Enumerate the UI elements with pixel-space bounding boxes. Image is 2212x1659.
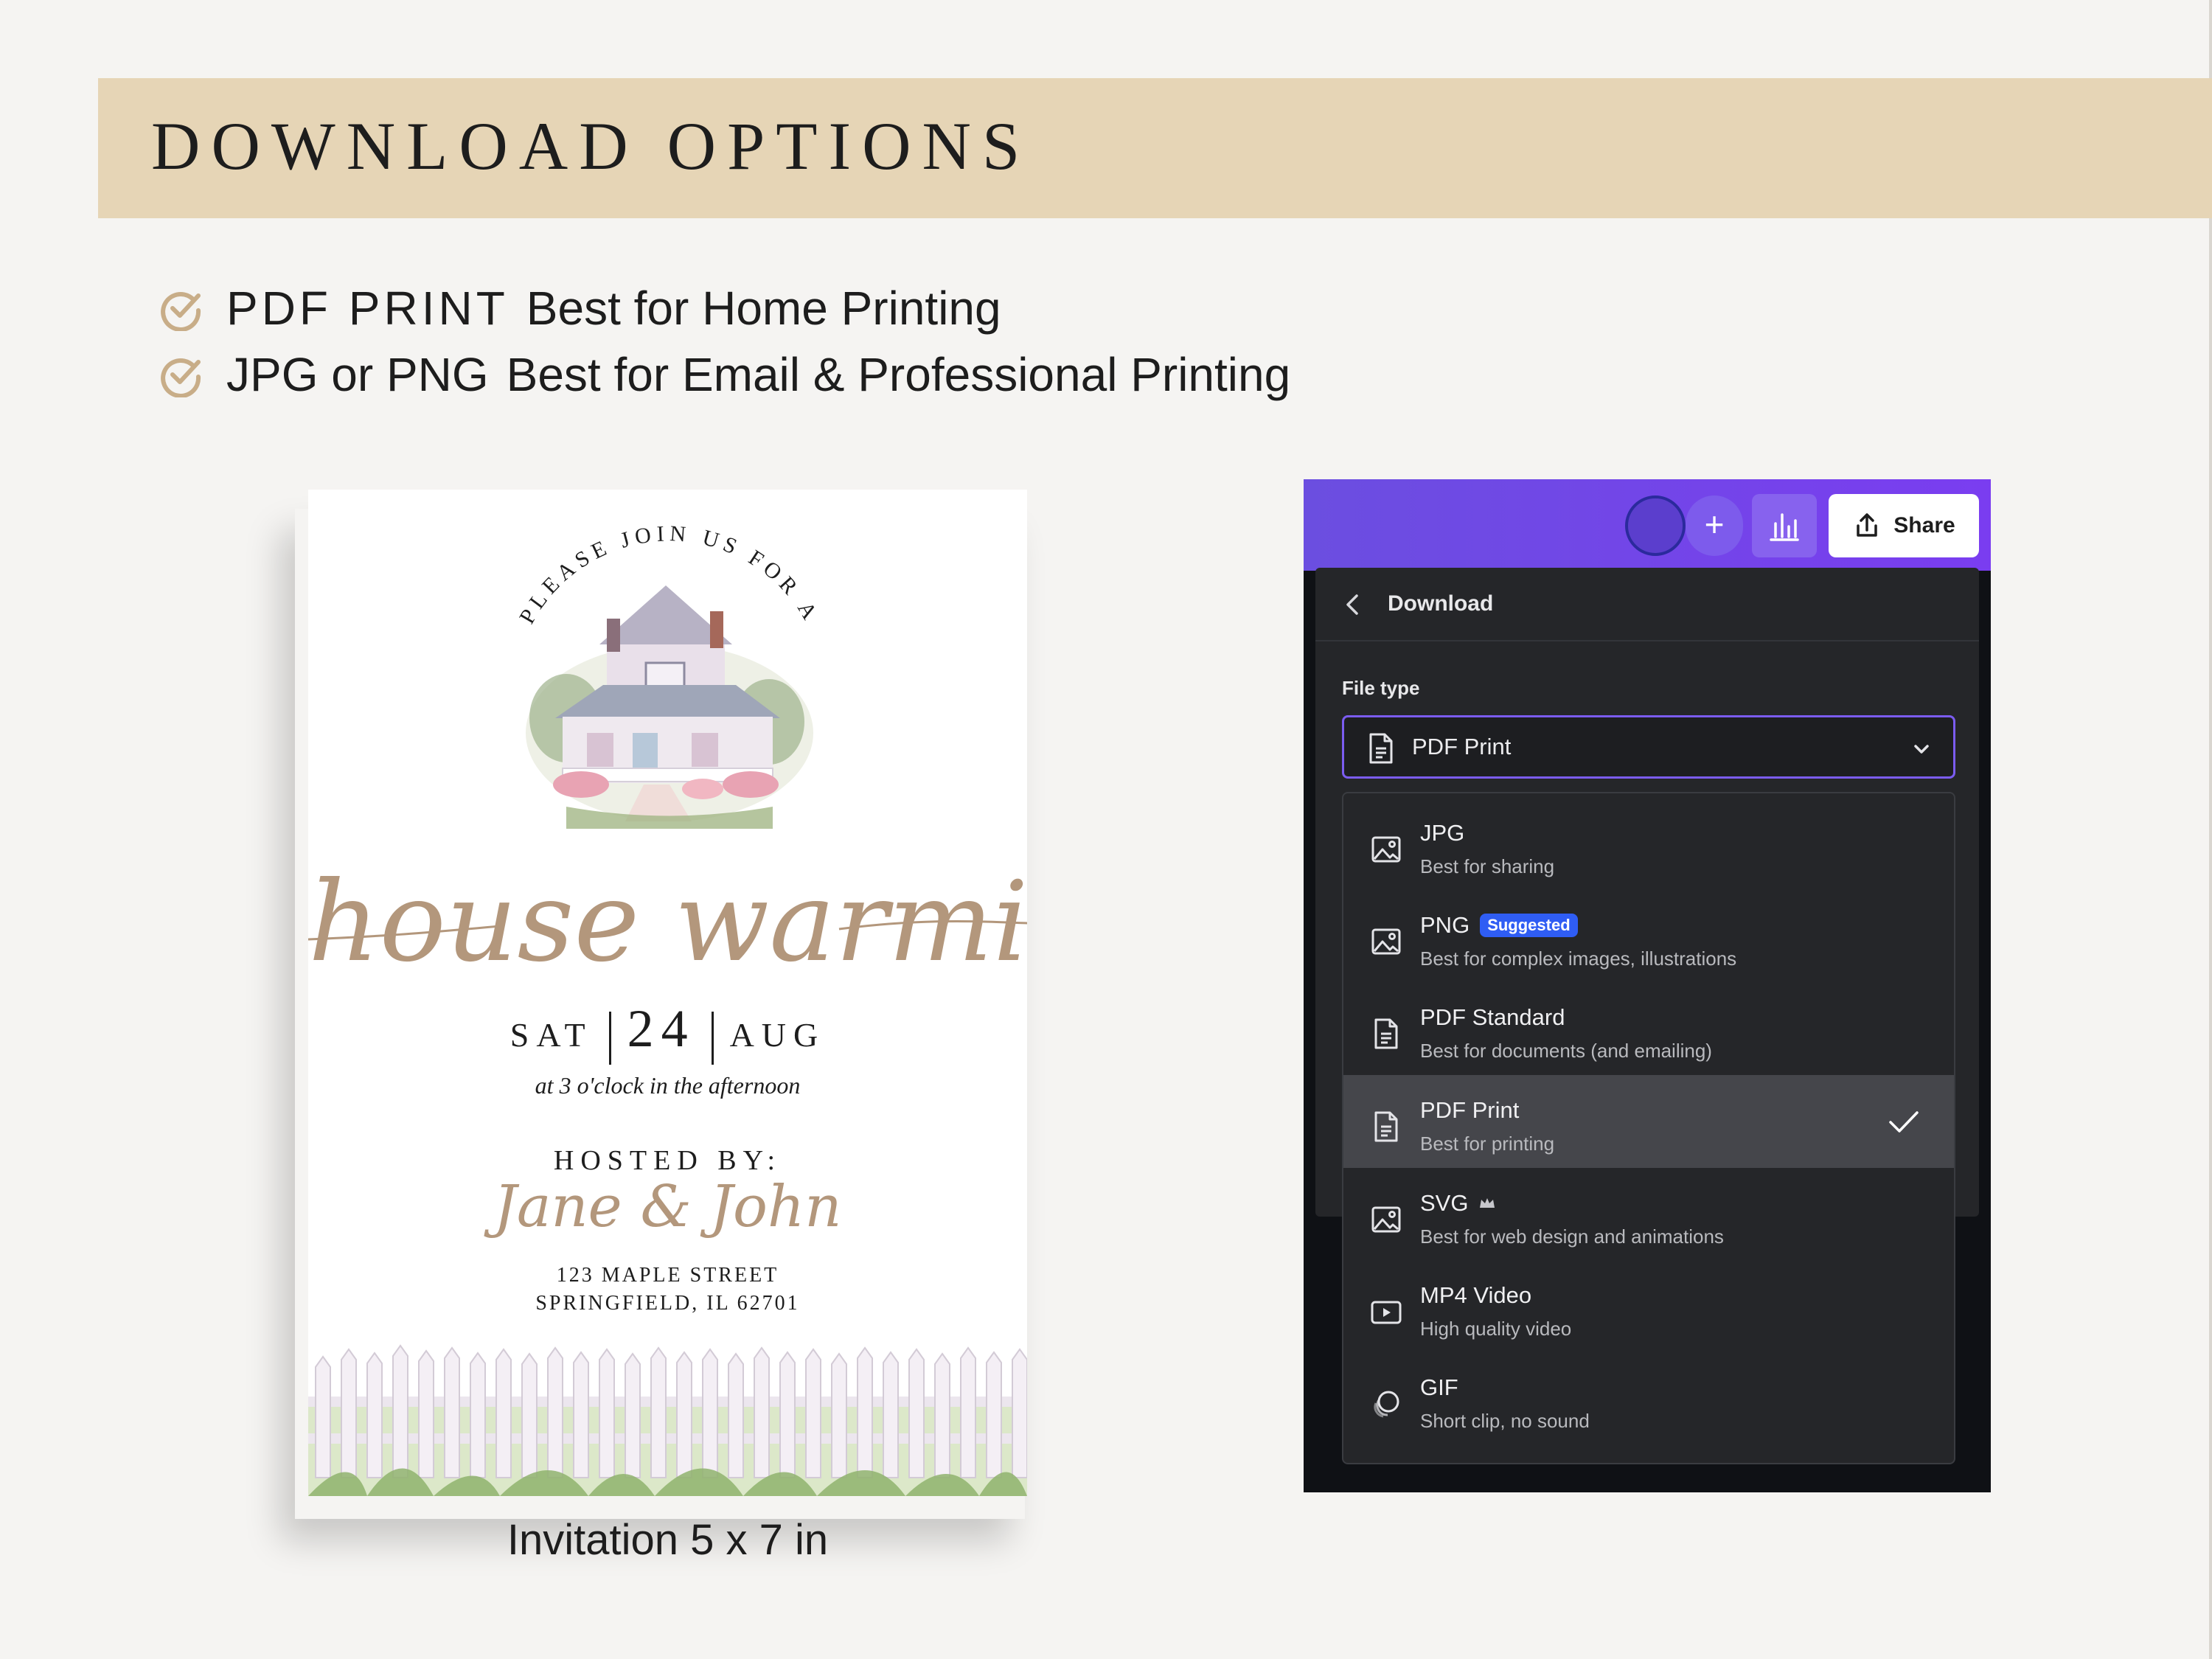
option-description: Best for sharing [1420, 855, 1555, 877]
invitation-address-line2: SPRINGFIELD, IL 62701 [535, 1292, 800, 1315]
download-title: Download [1388, 591, 1494, 616]
option-pdf-print: PDF PRINT Best for Home Printing [159, 279, 1001, 338]
upload-share-icon [1857, 513, 1878, 537]
invitation-hosted-by: HOSTED BY: [553, 1145, 782, 1176]
file-type-menu: JPG Best for sharing PNG Suggested Best f… [1342, 792, 1955, 1464]
canva-download-screenshot: + Share Download File type PDF Print JPG… [1304, 479, 1991, 1492]
date-month: AUG [729, 1016, 826, 1054]
option-description: High quality video [1420, 1318, 1572, 1340]
invitation-date: SAT 24 AUG [308, 998, 1027, 1065]
caption-size: 5 x 7 in [690, 1516, 829, 1564]
invitation-hosts: Jane & John [493, 1174, 842, 1240]
option-name: PDF Print [1420, 1097, 1520, 1123]
avatar[interactable] [1625, 495, 1686, 556]
option-description: Short clip, no sound [1420, 1410, 1590, 1432]
option-description: Best for Home Printing [526, 282, 1001, 335]
gif-icon [1374, 1391, 1399, 1418]
option-name: SVG [1420, 1190, 1469, 1216]
invitation-time: at 3 o'clock in the afternoon [535, 1072, 801, 1099]
image-icon [1371, 928, 1401, 955]
option-description: Best for Email & Professional Printing [506, 348, 1291, 401]
option-name: JPG [1420, 820, 1465, 846]
date-weekday: SAT [509, 1016, 593, 1054]
option-name: PDF Standard [1420, 1004, 1565, 1030]
caption-name: Invitation [507, 1516, 679, 1564]
option-description: Best for complex images, illustrations [1420, 947, 1737, 970]
option-name: PNG [1420, 912, 1470, 938]
crown-icon [1480, 1198, 1495, 1208]
download-header: Download [1315, 568, 1979, 641]
add-collaborator-button[interactable]: + [1686, 495, 1743, 556]
date-divider [608, 1012, 611, 1065]
banner-title: DOWNLOAD OPTIONS [151, 108, 1032, 184]
file-type-option-svg[interactable]: SVG Best for web design and animations [1343, 1168, 1954, 1261]
invitation-address-line1: 123 MAPLE STREET [556, 1264, 779, 1287]
date-day: 24 [627, 999, 695, 1058]
invitation-card: PLEASE JOIN US FOR A house warmi SAT 24 … [308, 490, 1027, 1496]
file-type-value: PDF Print [1412, 734, 1512, 759]
file-type-option-pdf-standard[interactable]: PDF Standard Best for documents (and ema… [1343, 982, 1954, 1075]
option-description: Best for documents (and emailing) [1420, 1040, 1712, 1062]
file-type-option-gif[interactable]: GIF Short clip, no sound [1343, 1352, 1954, 1445]
option-name: GIF [1420, 1374, 1458, 1400]
editor-topbar: + Share [1304, 479, 1991, 571]
image-icon [1371, 836, 1401, 863]
checkmark-icon [1889, 1111, 1919, 1133]
suggested-badge: Suggested [1480, 914, 1578, 937]
option-jpg-png: JPG or PNG Best for Email & Professional… [159, 345, 1290, 404]
video-icon [1371, 1301, 1402, 1324]
check-circle-icon [161, 291, 201, 331]
document-icon [1374, 1018, 1398, 1049]
document-icon [1369, 733, 1393, 764]
option-description: Best for web design and animations [1420, 1225, 1724, 1248]
chevron-left-icon[interactable] [1340, 591, 1367, 618]
invitation-script-title: house warming [308, 858, 1027, 987]
house-illustration [526, 585, 813, 829]
option-name: MP4 Video [1420, 1282, 1532, 1308]
option-description: Best for printing [1420, 1133, 1555, 1155]
chevron-down-icon [1914, 745, 1929, 754]
file-type-option-mp4[interactable]: MP4 Video High quality video [1343, 1260, 1954, 1353]
invitation-caption: Invitation 5 x 7 in [308, 1515, 1027, 1565]
share-label: Share [1893, 513, 1955, 538]
invitation-artwork: PLEASE JOIN US FOR A [308, 521, 1027, 1496]
picket-fence-illustration [308, 1344, 1027, 1496]
image-icon [1371, 1206, 1401, 1233]
file-type-option-png[interactable]: PNG Suggested Best for complex images, il… [1343, 890, 1954, 983]
insights-button[interactable] [1752, 494, 1817, 557]
file-type-label: File type [1342, 677, 1420, 699]
file-type-option-jpg[interactable]: JPG Best for sharing [1343, 798, 1954, 891]
file-type-option-pdf-print[interactable]: PDF Print Best for printing [1343, 1075, 1954, 1168]
option-name: PDF PRINT [226, 282, 509, 335]
check-circle-icon [161, 358, 201, 397]
option-name: JPG or PNG [226, 348, 489, 401]
document-icon [1374, 1111, 1398, 1142]
file-type-select[interactable]: PDF Print [1342, 715, 1955, 779]
right-edge-rule [2209, 0, 2212, 1659]
date-divider [711, 1012, 714, 1065]
share-button[interactable]: Share [1829, 494, 1979, 557]
bar-chart-icon [1770, 513, 1799, 541]
